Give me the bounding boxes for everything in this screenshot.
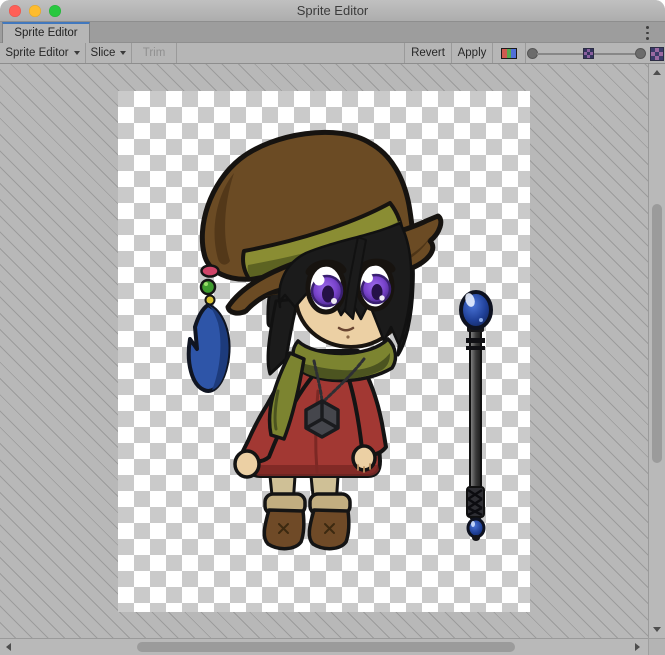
apply-button[interactable]: Apply [452, 43, 493, 63]
left-eye [308, 263, 344, 312]
horizontal-scrollbar-thumb[interactable] [137, 642, 515, 652]
caret-down-icon [74, 51, 80, 55]
sprite-artwork [118, 91, 530, 612]
rgb-color-swatch-icon [501, 48, 517, 59]
checker-tile-large-icon [651, 48, 663, 60]
sprite-editor-dropdown-label: Sprite Editor [5, 47, 68, 59]
color-mode-button[interactable] [493, 43, 526, 63]
witch-character-sprite[interactable] [189, 132, 441, 548]
canvas-paint-area[interactable] [0, 64, 648, 638]
caret-down-icon [120, 51, 126, 55]
slice-dropdown[interactable]: Slice [86, 43, 132, 63]
sprite-editor-window: Sprite Editor Sprite Editor Sprite Edito… [0, 0, 665, 655]
triangle-left-icon[interactable] [6, 643, 11, 651]
toolbar: Sprite Editor Slice Trim Revert Apply [0, 43, 665, 64]
triangle-down-icon[interactable] [653, 627, 661, 632]
sprite-canvas [0, 64, 665, 655]
titlebar: Sprite Editor [0, 0, 665, 22]
magic-staff-sprite[interactable] [461, 292, 491, 541]
mip-slider-knob[interactable] [635, 48, 646, 59]
kebab-menu-icon[interactable] [643, 25, 651, 41]
triangle-up-icon[interactable] [653, 70, 661, 75]
right-eye [358, 262, 392, 309]
sprite-editor-dropdown[interactable]: Sprite Editor [0, 43, 86, 63]
vertical-scrollbar[interactable] [648, 64, 665, 638]
texture-checkerboard[interactable] [118, 91, 530, 612]
window-title: Sprite Editor [0, 0, 665, 22]
revert-button[interactable]: Revert [404, 43, 452, 63]
tab-sprite-editor[interactable]: Sprite Editor [2, 22, 90, 43]
triangle-right-icon[interactable] [635, 643, 640, 651]
checker-tile-small-icon [584, 49, 593, 58]
tab-bar: Sprite Editor [0, 22, 665, 43]
mip-slider-track[interactable] [594, 53, 636, 55]
zoom-slider-track[interactable] [537, 53, 585, 55]
horizontal-scrollbar[interactable] [0, 638, 648, 655]
trim-button[interactable]: Trim [132, 43, 177, 63]
scrollbar-corner [648, 638, 665, 655]
slice-dropdown-label: Slice [91, 47, 116, 59]
vertical-scrollbar-thumb[interactable] [652, 204, 662, 463]
